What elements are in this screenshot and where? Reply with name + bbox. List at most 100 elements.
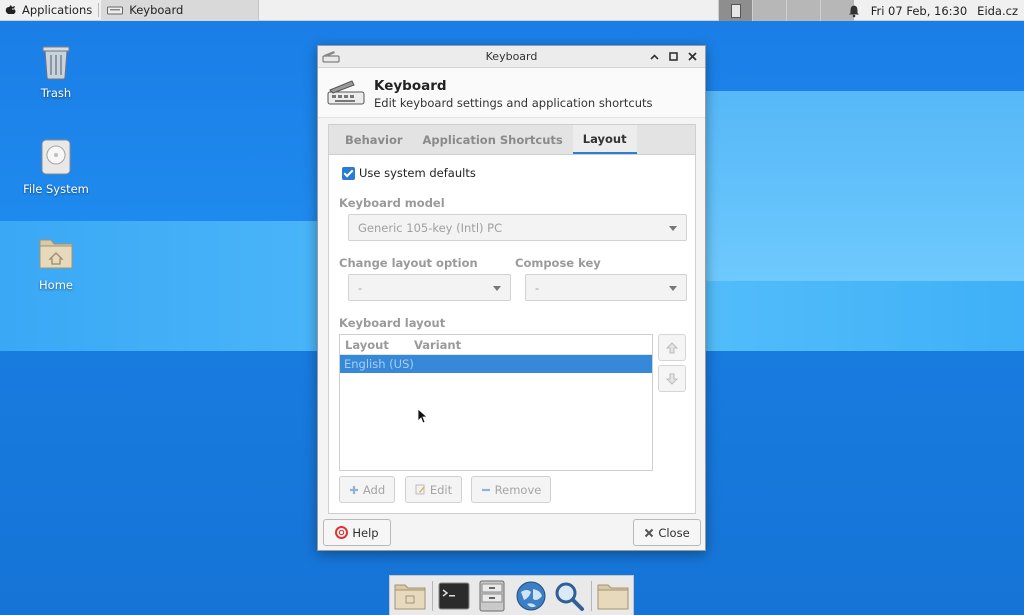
maximize-icon xyxy=(669,52,678,61)
notification-bell-icon[interactable] xyxy=(847,4,861,18)
remove-button[interactable]: Remove xyxy=(471,476,551,503)
add-label: Add xyxy=(362,482,386,497)
layout-row-english-us[interactable]: English (US) xyxy=(340,355,652,373)
change-layout-option-value: - xyxy=(358,280,363,295)
dock-show-desktop[interactable] xyxy=(393,578,428,614)
dialog-title: Keyboard xyxy=(485,50,538,63)
keyboard-settings-icon xyxy=(327,80,365,105)
edit-label: Edit xyxy=(429,482,453,497)
trash-icon xyxy=(42,46,70,80)
arrow-up-icon xyxy=(665,341,679,353)
remove-label: Remove xyxy=(494,482,542,497)
tab-application-shortcuts[interactable]: Application Shortcuts xyxy=(413,125,573,154)
applications-label: Applications xyxy=(22,3,93,17)
drive-icon xyxy=(41,139,71,175)
dock-separator xyxy=(590,580,592,611)
desktop-icon-file-system[interactable]: File System xyxy=(11,138,101,196)
home-folder-icon xyxy=(39,239,73,269)
minus-icon xyxy=(481,488,490,491)
close-window-button[interactable] xyxy=(686,49,699,64)
folder-icon xyxy=(597,584,629,609)
mouse-cursor-icon xyxy=(417,408,427,424)
desktop-folder-icon xyxy=(394,584,426,609)
dock-file-manager[interactable] xyxy=(475,578,510,614)
maximize-button[interactable] xyxy=(667,49,680,64)
tab-layout[interactable]: Layout xyxy=(572,125,637,154)
taskbar-label: Keyboard xyxy=(129,3,184,17)
panel-separator xyxy=(98,3,100,17)
help-button[interactable]: Help xyxy=(323,519,391,546)
user-name[interactable]: Eida.cz xyxy=(977,4,1018,18)
header-title: Keyboard xyxy=(374,78,447,94)
dock-separator xyxy=(431,580,433,611)
close-label: Close xyxy=(658,525,690,540)
terminal-icon xyxy=(438,582,470,609)
compose-key-value: - xyxy=(535,280,540,295)
keyboard-dialog: Keyboard Keyboard Edit keyboard settings… xyxy=(317,45,706,551)
list-header: Layout Variant xyxy=(340,335,652,355)
change-layout-option-combo[interactable]: - xyxy=(348,274,511,301)
plus-icon xyxy=(349,485,358,494)
help-lifebuoy-icon xyxy=(335,526,349,539)
help-label: Help xyxy=(352,525,379,540)
compose-key-combo[interactable]: - xyxy=(525,274,687,301)
shade-button[interactable] xyxy=(648,49,661,64)
clock[interactable]: Fri 07 Feb, 16:30 xyxy=(871,4,967,18)
desktop-icon-trash[interactable]: Trash xyxy=(11,42,101,100)
top-panel: Applications Keyboard Fri 07 Feb, 16:30 … xyxy=(0,0,1024,21)
dock-web-browser[interactable] xyxy=(514,578,549,614)
close-icon xyxy=(688,52,697,61)
use-system-defaults-checkbox[interactable] xyxy=(342,166,355,180)
arrow-down-icon xyxy=(665,373,679,385)
keyboard-model-combo[interactable]: Generic 105-key (Intl) PC xyxy=(348,214,687,241)
dock xyxy=(389,575,634,615)
use-system-defaults-row: Use system defaults xyxy=(342,166,476,180)
edit-button[interactable]: Edit xyxy=(405,476,462,503)
settings-notebook: Behavior Application Shortcuts Layout Us… xyxy=(328,124,696,514)
dropdown-arrow-icon xyxy=(669,226,677,231)
keyboard-wrench-icon xyxy=(322,51,340,63)
add-button[interactable]: Add xyxy=(339,476,395,503)
chevron-up-icon xyxy=(650,53,659,60)
tab-behavior[interactable]: Behavior xyxy=(335,125,413,154)
wallpaper-shape xyxy=(700,91,1024,281)
close-button[interactable]: Close xyxy=(633,519,701,546)
desktop-icon-label: Home xyxy=(39,278,73,292)
dock-folder[interactable] xyxy=(595,578,630,614)
workspace-3[interactable] xyxy=(786,0,820,21)
dialog-header: Keyboard Edit keyboard settings and appl… xyxy=(318,68,705,118)
desktop-icon-home[interactable]: Home xyxy=(11,234,101,292)
dropdown-arrow-icon xyxy=(669,286,677,291)
close-x-icon xyxy=(645,528,654,537)
dock-terminal[interactable] xyxy=(436,578,471,614)
file-cabinet-icon xyxy=(479,580,505,611)
keyboard-icon xyxy=(107,6,124,15)
applications-menu[interactable]: Applications xyxy=(0,0,96,21)
column-header-variant[interactable]: Variant xyxy=(409,335,461,354)
dock-search[interactable] xyxy=(552,578,587,614)
dropdown-arrow-icon xyxy=(493,286,501,291)
magnifier-icon xyxy=(555,582,585,611)
dialog-titlebar[interactable]: Keyboard xyxy=(318,46,705,68)
taskbar-button-keyboard[interactable]: Keyboard xyxy=(101,0,260,21)
xfce-mouse-icon xyxy=(5,5,16,14)
window-thumbnail xyxy=(730,3,741,18)
layout-cell: English (US) xyxy=(344,357,414,371)
move-down-button[interactable] xyxy=(658,365,686,392)
workspace-switcher xyxy=(718,0,854,21)
system-tray: Fri 07 Feb, 16:30 Eida.cz xyxy=(847,0,1018,21)
keyboard-layout-list[interactable]: Layout Variant English (US) xyxy=(339,334,653,471)
desktop-icon-label: File System xyxy=(23,182,89,196)
workspace-1[interactable] xyxy=(718,0,752,21)
move-up-button[interactable] xyxy=(658,334,686,361)
edit-icon xyxy=(415,484,425,495)
window-controls xyxy=(648,49,699,64)
globe-icon xyxy=(516,581,546,610)
column-header-layout[interactable]: Layout xyxy=(340,335,409,354)
keyboard-model-value: Generic 105-key (Intl) PC xyxy=(358,220,503,235)
header-subtitle: Edit keyboard settings and application s… xyxy=(374,96,653,110)
workspace-2[interactable] xyxy=(752,0,786,21)
tab-bar: Behavior Application Shortcuts Layout xyxy=(329,125,695,155)
change-layout-option-label: Change layout option xyxy=(339,256,478,270)
layout-page: Use system defaults Keyboard model Gener… xyxy=(329,155,695,513)
